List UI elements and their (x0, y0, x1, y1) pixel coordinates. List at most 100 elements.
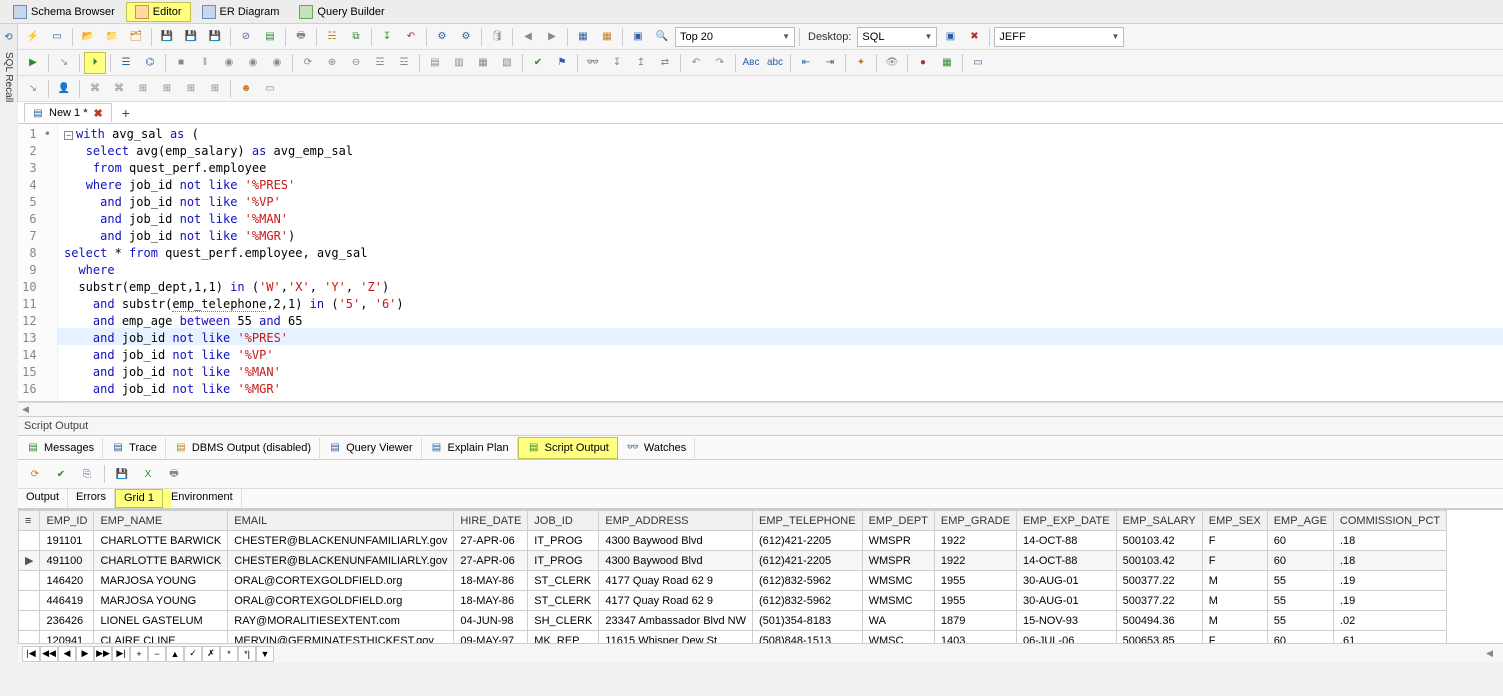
subtab-script-output[interactable]: ▤Script Output (518, 437, 618, 459)
cell[interactable]: WMSMC (862, 571, 934, 591)
cell[interactable]: 14-OCT-88 (1016, 551, 1116, 571)
misc8[interactable]: ▦ (472, 52, 494, 74)
table-row[interactable]: 236426LIONEL GASTELUMRAY@MORALITIESEXTEN… (19, 611, 1447, 631)
outdent-button[interactable]: ⇥ (819, 52, 841, 74)
find-prev-button[interactable]: ↥ (630, 52, 652, 74)
opt-button[interactable]: ▦ (936, 52, 958, 74)
r3-7[interactable]: ⊞ (204, 78, 226, 100)
save-as-button[interactable]: 💾 (204, 26, 226, 48)
cell[interactable]: (612)832-5962 (753, 591, 863, 611)
cancel-button[interactable]: ⊘ (235, 26, 257, 48)
grid-nav-button[interactable]: *| (238, 646, 256, 662)
case2-button[interactable]: abc (764, 52, 786, 74)
grid-nav-button[interactable]: ◀◀ (40, 646, 58, 662)
cell[interactable]: (612)421-2205 (753, 551, 863, 571)
cell[interactable]: M (1202, 571, 1267, 591)
tag-button[interactable]: ⧉ (345, 26, 367, 48)
ot-check[interactable]: ✔ (50, 463, 72, 485)
open-folder-button[interactable]: 📂 (77, 26, 99, 48)
cell[interactable]: 1403 (934, 631, 1016, 644)
cell[interactable]: MERVIN@GERMINATESTHICKEST.gov (228, 631, 454, 644)
cell[interactable]: 55 (1267, 591, 1333, 611)
misc2[interactable]: ⊕ (321, 52, 343, 74)
rollback-button[interactable]: ↶ (400, 26, 422, 48)
cell[interactable]: 1955 (934, 571, 1016, 591)
top-dropdown[interactable]: Top 20▼ (675, 27, 795, 47)
folder-group-button[interactable]: 🗂 (125, 26, 147, 48)
save-button[interactable]: 💾 (156, 26, 178, 48)
cell[interactable]: MARJOSA YOUNG (94, 571, 228, 591)
cell[interactable]: IT_PROG (528, 531, 599, 551)
r3-6[interactable]: ⊞ (180, 78, 202, 100)
bottab-output[interactable]: Output (18, 489, 68, 508)
bug-button[interactable]: ● (912, 52, 934, 74)
nav-fwd-button[interactable]: ▶ (541, 26, 563, 48)
cell[interactable]: 55 (1267, 571, 1333, 591)
r3-face[interactable]: ☻ (235, 78, 257, 100)
cell[interactable]: 18-MAY-86 (454, 571, 528, 591)
results-grid[interactable]: ≡EMP_IDEMP_NAMEEMAILHIRE_DATEJOB_IDEMP_A… (18, 510, 1447, 643)
table-row[interactable]: 146420MARJOSA YOUNGORAL@CORTEXGOLDFIELD.… (19, 571, 1447, 591)
cell[interactable]: 11615 Whisper Dew St (599, 631, 753, 644)
db-button[interactable]: 🛢 (486, 26, 508, 48)
cell[interactable]: 1922 (934, 531, 1016, 551)
exec-button[interactable]: ▣ (627, 26, 649, 48)
grid-nav-button[interactable]: |◀ (22, 646, 40, 662)
cell[interactable]: (501)354-8183 (753, 611, 863, 631)
cell[interactable]: CLAIRE CLINE (94, 631, 228, 644)
replace-button[interactable]: ⇄ (654, 52, 676, 74)
cell[interactable]: F (1202, 531, 1267, 551)
cell[interactable]: 500494.36 (1116, 611, 1202, 631)
cell[interactable]: WMSMC (862, 591, 934, 611)
cell[interactable]: 09-MAY-97 (454, 631, 528, 644)
eye-button[interactable]: 👁 (881, 52, 903, 74)
print-button[interactable]: 🖶 (290, 26, 312, 48)
subtab-trace[interactable]: ▤Trace (103, 438, 166, 458)
cell[interactable]: 500103.42 (1116, 551, 1202, 571)
cell[interactable]: 15-NOV-93 (1016, 611, 1116, 631)
nav-er-diagram[interactable]: ER Diagram (193, 2, 289, 22)
cell[interactable]: 30-AUG-01 (1016, 591, 1116, 611)
pause-button[interactable]: ‖ (194, 52, 216, 74)
cell[interactable]: M (1202, 611, 1267, 631)
cell[interactable]: .19 (1333, 591, 1446, 611)
run-button[interactable]: ▶ (22, 52, 44, 74)
cell[interactable]: F (1202, 631, 1267, 644)
step-button[interactable]: ↘ (53, 52, 75, 74)
ot-copy[interactable]: ⎘ (76, 463, 98, 485)
cell[interactable]: WMSPR (862, 551, 934, 571)
subtab-dbms[interactable]: ▤DBMS Output (disabled) (166, 438, 320, 458)
nav-back-button[interactable]: ◀ (517, 26, 539, 48)
nav-schema-browser[interactable]: Schema Browser (4, 2, 124, 22)
compile2-button[interactable]: ⚙ (455, 26, 477, 48)
commit-button[interactable]: ↧ (376, 26, 398, 48)
ot-refresh[interactable]: ⟳ (24, 463, 46, 485)
grid-nav-button[interactable]: − (148, 646, 166, 662)
grid-nav-button[interactable]: ▲ (166, 646, 184, 662)
col-header[interactable]: HIRE_DATE (454, 511, 528, 531)
desktop-dropdown[interactable]: SQL▼ (857, 27, 937, 47)
cell[interactable]: 1922 (934, 551, 1016, 571)
desk-btn2[interactable]: ✖ (963, 26, 985, 48)
cell[interactable]: 04-JUN-98 (454, 611, 528, 631)
table-row[interactable]: ▶491100CHARLOTTE BARWICKCHESTER@BLACKENU… (19, 551, 1447, 571)
run-script-button[interactable]: ⏵ (84, 52, 106, 74)
bottab-errors[interactable]: Errors (68, 489, 115, 508)
cell[interactable]: 4300 Baywood Blvd (599, 531, 753, 551)
subtab-explain[interactable]: ▤Explain Plan (422, 438, 518, 458)
cell[interactable]: ST_CLERK (528, 591, 599, 611)
r3-4[interactable]: ⊞ (132, 78, 154, 100)
cell[interactable]: .61 (1333, 631, 1446, 644)
cell[interactable]: 06-JUL-06 (1016, 631, 1116, 644)
misc3[interactable]: ⊖ (345, 52, 367, 74)
cell[interactable]: 14-OCT-88 (1016, 531, 1116, 551)
cell[interactable]: .18 (1333, 551, 1446, 571)
cell[interactable]: .19 (1333, 571, 1446, 591)
r3-5[interactable]: ⊞ (156, 78, 178, 100)
col-header[interactable]: EMP_TELEPHONE (753, 511, 863, 531)
cell[interactable]: 500377.22 (1116, 591, 1202, 611)
cell[interactable]: (612)832-5962 (753, 571, 863, 591)
cell[interactable]: CHARLOTTE BARWICK (94, 531, 228, 551)
col-header[interactable]: EMP_NAME (94, 511, 228, 531)
misc9[interactable]: ▧ (496, 52, 518, 74)
